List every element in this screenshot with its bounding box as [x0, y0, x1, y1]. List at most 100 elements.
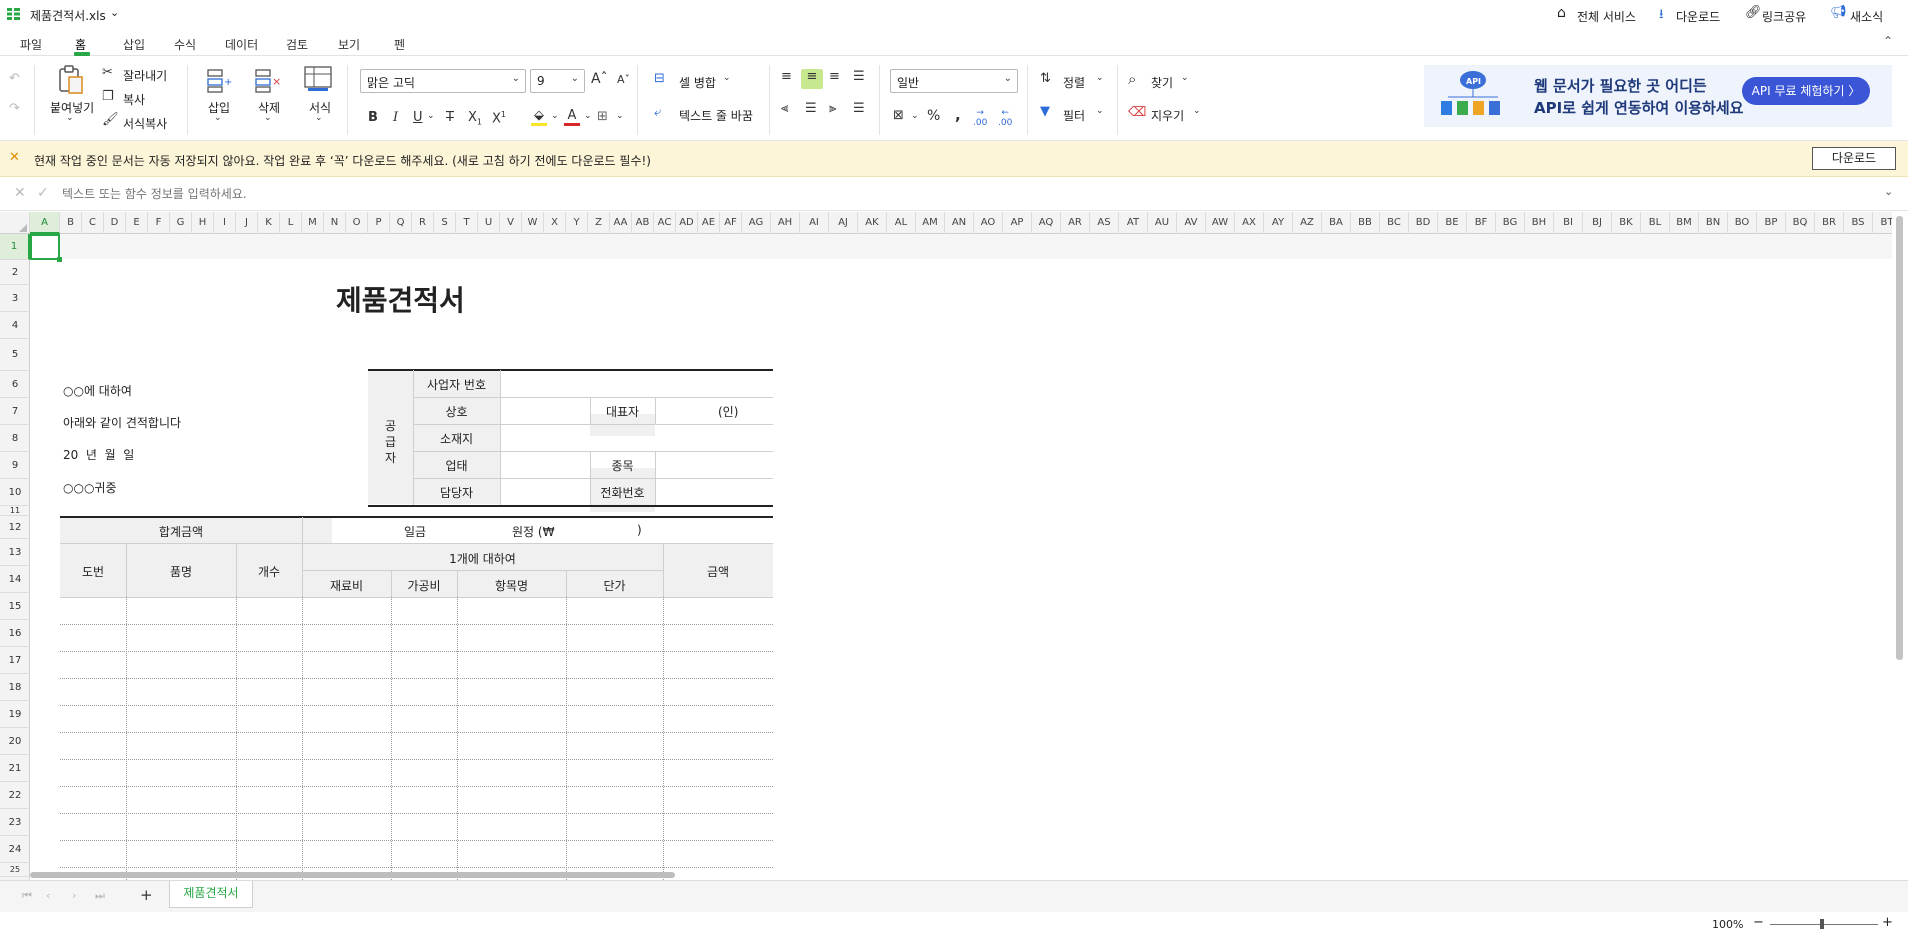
column-header-bc[interactable]: BC	[1380, 212, 1409, 234]
comma-style-icon[interactable]: ,	[955, 106, 961, 124]
download-icon[interactable]: ⭳	[1659, 5, 1664, 27]
spreadsheet-grid[interactable]: 제품견적서 ○○에 대하여 아래와 같이 견적합니다 20 년 월 일 ○○○귀…	[30, 234, 1892, 880]
api-ad-banner[interactable]: API 웹 문서가 필요한 곳 어디든 API로 쉽게 연동하여 이용하세요 A…	[1424, 65, 1892, 127]
column-header-ao[interactable]: AO	[974, 212, 1003, 234]
tab-insert[interactable]: 삽입	[123, 36, 145, 53]
prev-sheet-icon[interactable]: ‹	[46, 889, 50, 902]
align-middle-icon[interactable]: ≡	[801, 69, 823, 89]
first-sheet-icon[interactable]: ⏮	[22, 889, 32, 903]
tab-home[interactable]: 홈	[75, 36, 86, 53]
home-icon[interactable]: ⌂	[1557, 5, 1566, 21]
expand-formula-icon[interactable]: ⌄	[1884, 185, 1893, 198]
column-header-ba[interactable]: BA	[1322, 212, 1351, 234]
subscript-icon[interactable]: X1	[468, 110, 482, 127]
increase-font-size-icon[interactable]: Aˆ	[591, 71, 608, 87]
cut-button[interactable]: 잘라내기	[123, 67, 167, 84]
column-header-bs[interactable]: BS	[1844, 212, 1873, 234]
tab-formula[interactable]: 수식	[174, 36, 196, 53]
tab-data[interactable]: 데이터	[225, 36, 258, 53]
vertical-scrollbar[interactable]	[1892, 212, 1908, 880]
find-chevron-icon[interactable]: ⌄	[1181, 73, 1189, 83]
align-center-icon[interactable]: ☰	[805, 101, 817, 116]
last-sheet-icon[interactable]: ⏭	[95, 889, 105, 903]
font-name-select[interactable]: 맑은 고딕 ⌄	[360, 69, 526, 93]
column-header-n[interactable]: N	[324, 212, 346, 234]
column-header-bf[interactable]: BF	[1467, 212, 1496, 234]
confirm-formula-icon[interactable]: ✓	[37, 185, 49, 201]
merge-chevron-icon[interactable]: ⌄	[723, 73, 731, 83]
currency-format-icon[interactable]: ⊠	[893, 108, 904, 123]
delete-chevron-icon[interactable]: ⌄	[264, 113, 272, 123]
eraser-icon[interactable]: ⌫	[1128, 105, 1146, 120]
copy-icon[interactable]: ❐	[102, 89, 114, 104]
row-header-13[interactable]: 13	[0, 539, 30, 566]
insert-cells-icon[interactable]: +	[206, 67, 232, 96]
column-header-m[interactable]: M	[302, 212, 324, 234]
column-header-am[interactable]: AM	[916, 212, 945, 234]
column-header-bh[interactable]: BH	[1525, 212, 1554, 234]
zoom-slider[interactable]	[1770, 924, 1878, 925]
column-header-ak[interactable]: AK	[858, 212, 887, 234]
sort-icon[interactable]: ⇅	[1040, 71, 1051, 86]
row-header-8[interactable]: 8	[0, 425, 30, 452]
column-header-j[interactable]: J	[236, 212, 258, 234]
column-header-r[interactable]: R	[412, 212, 434, 234]
download-link[interactable]: 다운로드	[1676, 8, 1720, 25]
column-header-ab[interactable]: AB	[632, 212, 654, 234]
column-header-ah[interactable]: AH	[771, 212, 800, 234]
column-header-x[interactable]: X	[544, 212, 566, 234]
filter-chevron-icon[interactable]: ⌄	[1096, 106, 1104, 116]
column-header-l[interactable]: L	[280, 212, 302, 234]
clear-button[interactable]: 지우기	[1151, 107, 1184, 124]
column-header-q[interactable]: Q	[390, 212, 412, 234]
column-header-bj[interactable]: BJ	[1583, 212, 1612, 234]
underline-chevron-icon[interactable]: ⌄	[427, 111, 435, 121]
row-header-19[interactable]: 19	[0, 701, 30, 728]
vertical-scrollbar-thumb[interactable]	[1896, 216, 1903, 660]
column-header-h[interactable]: H	[192, 212, 214, 234]
undo-icon[interactable]: ↶	[9, 71, 20, 86]
column-header-ay[interactable]: AY	[1264, 212, 1293, 234]
column-header-a[interactable]: A	[30, 212, 60, 234]
column-header-be[interactable]: BE	[1438, 212, 1467, 234]
delete-cells-icon[interactable]: ×	[254, 67, 282, 96]
sort-chevron-icon[interactable]: ⌄	[1096, 73, 1104, 83]
filter-button[interactable]: 필터	[1063, 107, 1085, 124]
paste-dropdown-chevron-icon[interactable]: ⌄	[66, 113, 74, 123]
superscript-icon[interactable]: X1	[492, 110, 506, 126]
column-header-bd[interactable]: BD	[1409, 212, 1438, 234]
horizontal-scrollbar[interactable]	[30, 872, 675, 878]
wrap-text-button[interactable]: 텍스트 줄 바꿈	[679, 107, 753, 124]
close-icon[interactable]: ✕	[9, 150, 20, 165]
align-right-icon[interactable]: ⫸	[829, 101, 836, 116]
row-header-1[interactable]: 1	[0, 234, 30, 260]
bold-icon[interactable]: B	[368, 110, 378, 125]
column-header-ap[interactable]: AP	[1003, 212, 1032, 234]
collapse-ribbon-icon[interactable]: ⌃	[1883, 34, 1893, 48]
font-color-icon[interactable]: A	[564, 108, 580, 126]
row-header-24[interactable]: 24	[0, 836, 30, 863]
formula-input[interactable]	[62, 184, 1862, 204]
row-header-14[interactable]: 14	[0, 566, 30, 593]
redo-icon[interactable]: ↷	[9, 101, 20, 116]
row-header-6[interactable]: 6	[0, 371, 30, 398]
column-header-p[interactable]: P	[368, 212, 390, 234]
decrease-font-size-icon[interactable]: Aˇ	[617, 73, 630, 86]
merge-cells-icon[interactable]: ⊟	[654, 71, 665, 86]
column-header-g[interactable]: G	[170, 212, 192, 234]
column-header-ad[interactable]: AD	[676, 212, 698, 234]
column-header-at[interactable]: AT	[1119, 212, 1148, 234]
column-header-c[interactable]: C	[82, 212, 104, 234]
column-header-o[interactable]: O	[346, 212, 368, 234]
column-header-bi[interactable]: BI	[1554, 212, 1583, 234]
tab-pen[interactable]: 펜	[394, 36, 405, 53]
clear-chevron-icon[interactable]: ⌄	[1193, 106, 1201, 116]
percent-icon[interactable]: %	[927, 108, 940, 124]
column-header-aa[interactable]: AA	[610, 212, 632, 234]
merge-cells-button[interactable]: 셀 병합	[679, 74, 716, 91]
column-header-al[interactable]: AL	[887, 212, 916, 234]
row-header-10[interactable]: 10	[0, 479, 30, 506]
font-size-select[interactable]: 9 ⌄	[530, 69, 585, 93]
row-header-21[interactable]: 21	[0, 755, 30, 782]
column-header-i[interactable]: I	[214, 212, 236, 234]
